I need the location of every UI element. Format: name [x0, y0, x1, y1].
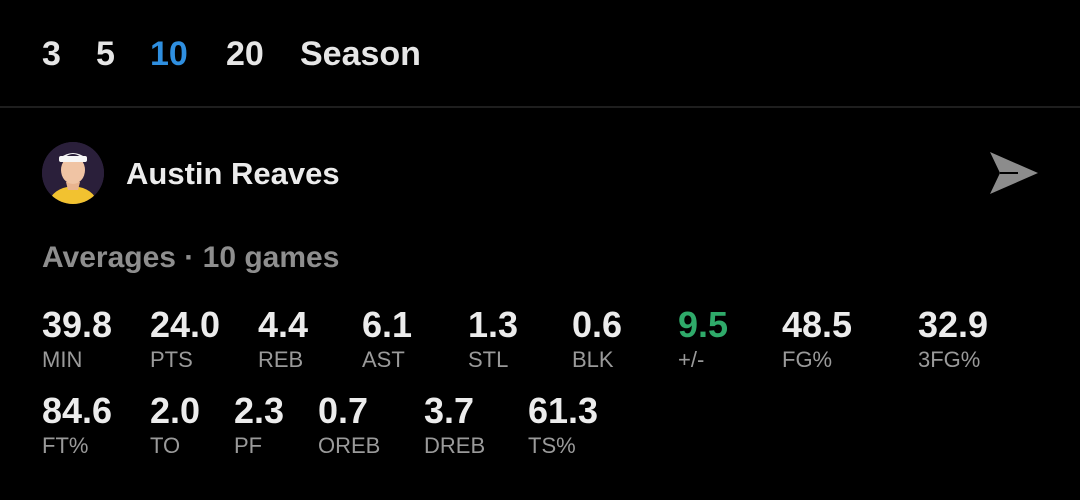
averages-heading: Averages · 10 games — [42, 241, 340, 274]
stat-blk: 0.6 BLK — [572, 305, 622, 373]
stat-label: FT% — [42, 433, 89, 458]
stat-value: 2.0 — [150, 390, 201, 431]
tab-last-3[interactable]: 3 — [42, 34, 61, 74]
stat-value: 0.6 — [572, 304, 623, 345]
stat-label: DREB — [424, 433, 486, 458]
stat-label: PF — [234, 433, 263, 458]
player-headshot-icon — [42, 142, 104, 204]
stat-value: 6.1 — [362, 304, 413, 345]
send-arrow-icon — [990, 152, 1038, 194]
stat-dreb: 3.7 DREB — [424, 391, 485, 459]
stat-ft-pct: 84.6 FT% — [42, 391, 112, 459]
stat-label: BLK — [572, 347, 614, 372]
stat-value: 39.8 — [42, 304, 113, 345]
tab-last-5[interactable]: 5 — [96, 34, 115, 74]
stat-value: 84.6 — [42, 390, 113, 431]
stat-to: 2.0 TO — [150, 391, 200, 459]
stat-label: MIN — [42, 347, 83, 372]
stat-value: 4.4 — [258, 304, 309, 345]
stat-pts: 24.0 PTS — [150, 305, 220, 373]
stat-value: 48.5 — [782, 304, 853, 345]
stat-min: 39.8 MIN — [42, 305, 112, 373]
tab-last-20[interactable]: 20 — [226, 34, 264, 74]
stat-value: 0.7 — [318, 390, 369, 431]
stat-value: 32.9 — [918, 304, 989, 345]
stat-value: 3.7 — [424, 390, 475, 431]
player-name[interactable]: Austin Reaves — [126, 156, 340, 192]
range-tab-bar: 3 5 10 20 Season — [0, 0, 1080, 108]
stat-value: 9.5 — [678, 304, 729, 345]
stat-label: 3FG% — [918, 347, 981, 372]
stat-plus-minus: 9.5 +/- — [678, 305, 728, 373]
stat-label: TS% — [528, 433, 576, 458]
stat-3fg-pct: 32.9 3FG% — [918, 305, 988, 373]
stat-pf: 2.3 PF — [234, 391, 284, 459]
share-button[interactable] — [988, 150, 1040, 196]
stat-reb: 4.4 REB — [258, 305, 308, 373]
stat-fg-pct: 48.5 FG% — [782, 305, 852, 373]
stat-label: AST — [362, 347, 405, 372]
stat-ts-pct: 61.3 TS% — [528, 391, 598, 459]
stat-label: OREB — [318, 433, 381, 458]
player-avatar[interactable] — [42, 142, 104, 204]
stat-value: 24.0 — [150, 304, 221, 345]
stat-label: FG% — [782, 347, 833, 372]
stat-ast: 6.1 AST — [362, 305, 412, 373]
stat-value: 1.3 — [468, 304, 519, 345]
stat-label: REB — [258, 347, 304, 372]
stat-label: +/- — [678, 347, 705, 372]
tab-season[interactable]: Season — [300, 34, 421, 74]
stat-label: TO — [150, 433, 181, 458]
stat-value: 2.3 — [234, 390, 285, 431]
stat-stl: 1.3 STL — [468, 305, 518, 373]
tab-last-10[interactable]: 10 — [150, 34, 188, 74]
stat-oreb: 0.7 OREB — [318, 391, 380, 459]
stat-label: PTS — [150, 347, 193, 372]
stat-label: STL — [468, 347, 509, 372]
stat-value: 61.3 — [528, 390, 599, 431]
